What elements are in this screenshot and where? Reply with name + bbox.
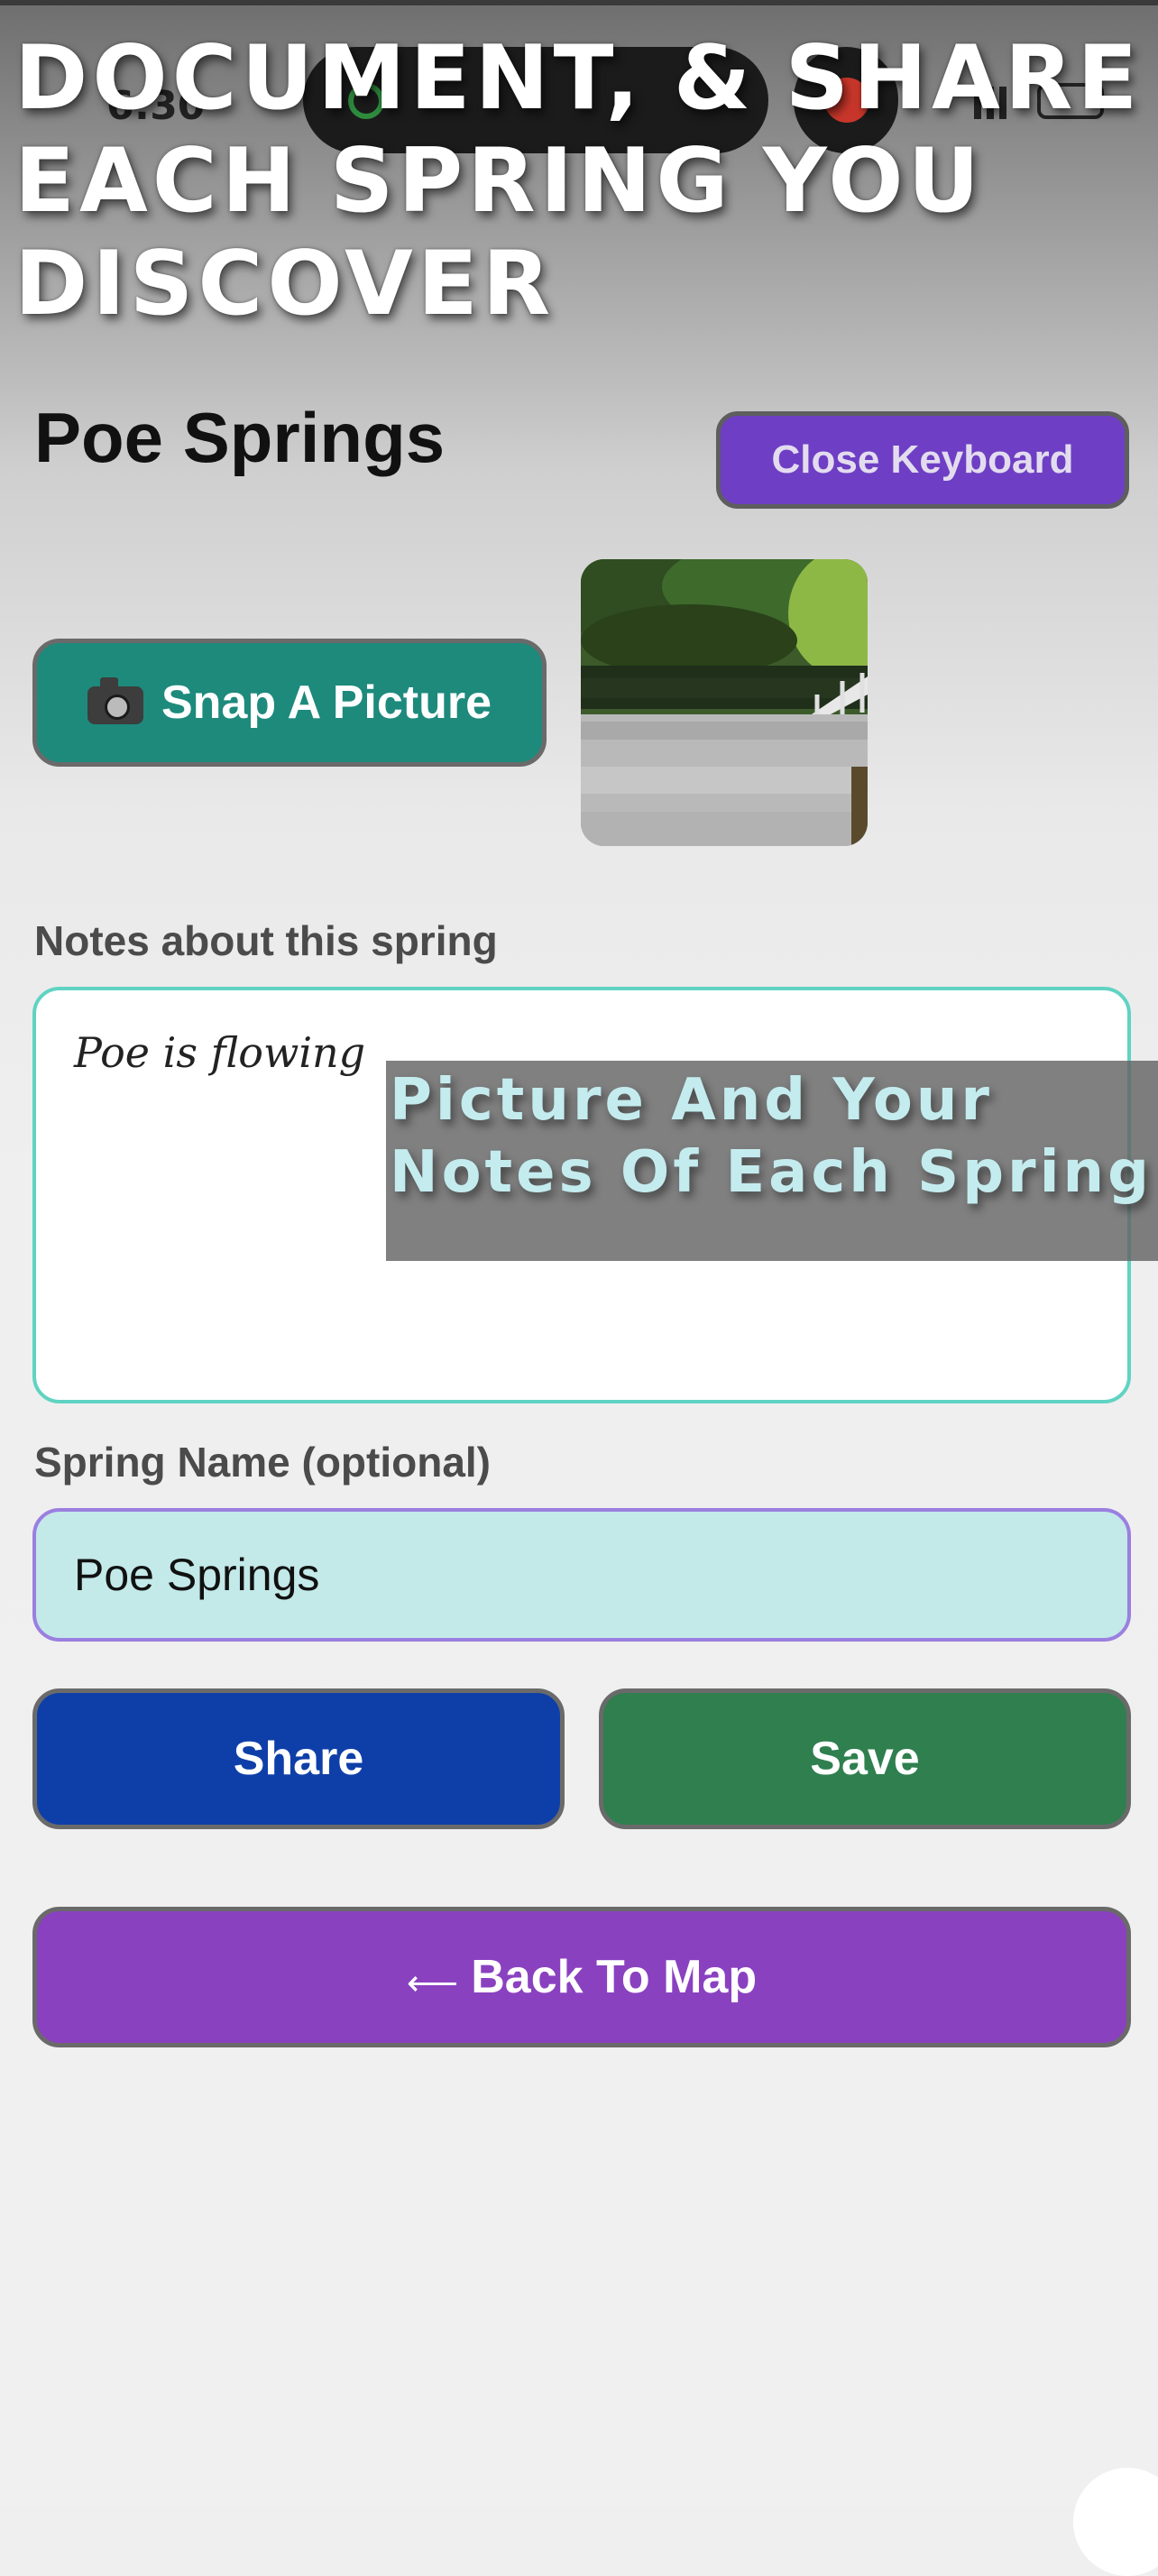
- camera-icon: [87, 677, 143, 724]
- back-to-map-label: Back To Map: [471, 1951, 758, 2003]
- close-keyboard-button[interactable]: Close Keyboard: [716, 411, 1129, 509]
- snap-picture-button[interactable]: Snap A Picture: [32, 639, 547, 767]
- save-button[interactable]: Save: [599, 1688, 1131, 1829]
- notes-label: Notes about this spring: [34, 917, 498, 964]
- back-to-map-button[interactable]: ⟵ Back To Map: [32, 1907, 1131, 2047]
- spring-name-input[interactable]: [32, 1508, 1131, 1642]
- promo-headline: Document, & Share Each Spring You Discov…: [14, 27, 1143, 336]
- spring-name-label: Spring Name (optional): [34, 1439, 491, 1486]
- share-button[interactable]: Share: [32, 1688, 565, 1829]
- arrow-left-icon: ⟵: [406, 1964, 459, 2003]
- snap-picture-label: Snap A Picture: [161, 676, 492, 729]
- spring-photo-image: [581, 559, 868, 846]
- page-title: Poe Springs: [34, 398, 446, 477]
- promo-caption: Picture And Your Notes Of Each Spring: [390, 1067, 1153, 1206]
- notes-text: Poe is flowing: [74, 1028, 366, 1077]
- spring-photo[interactable]: [581, 559, 868, 846]
- top-edge: [0, 0, 1158, 5]
